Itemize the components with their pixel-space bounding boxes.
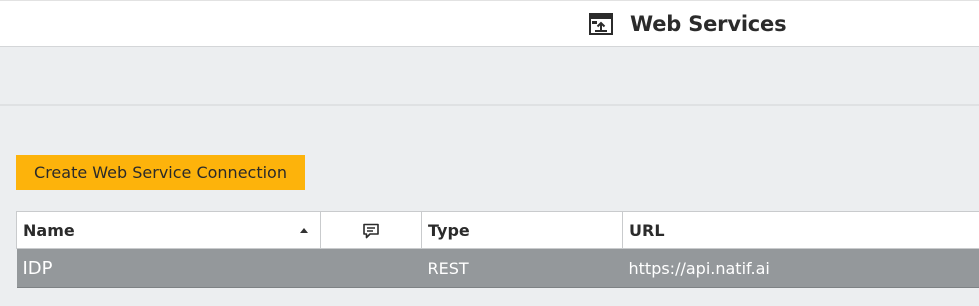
cell-comment (320, 248, 422, 288)
cell-name: IDP (16, 248, 321, 288)
cell-type: REST (421, 248, 623, 288)
page-title-group: Web Services (589, 12, 787, 36)
table-header-row: Name Type URL (16, 211, 979, 249)
create-web-service-connection-button[interactable]: Create Web Service Connection (16, 155, 305, 190)
column-header-label: Name (23, 220, 75, 240)
sort-ascending-icon (300, 228, 308, 233)
page-title: Web Services (630, 12, 787, 36)
toolbar-area (0, 47, 979, 106)
web-services-table: Name Type URL IDP REST https://api.natif… (16, 211, 979, 288)
column-header-name[interactable]: Name (16, 211, 321, 249)
top-header-bar: Web Services (0, 0, 979, 47)
web-services-icon (589, 13, 613, 35)
column-header-type[interactable]: Type (421, 211, 623, 249)
column-header-comment[interactable] (320, 211, 422, 249)
cell-url: https://api.natif.ai (622, 248, 979, 288)
comment-icon (362, 223, 380, 239)
column-header-url[interactable]: URL (622, 211, 979, 249)
table-row[interactable]: IDP REST https://api.natif.ai (16, 248, 979, 288)
